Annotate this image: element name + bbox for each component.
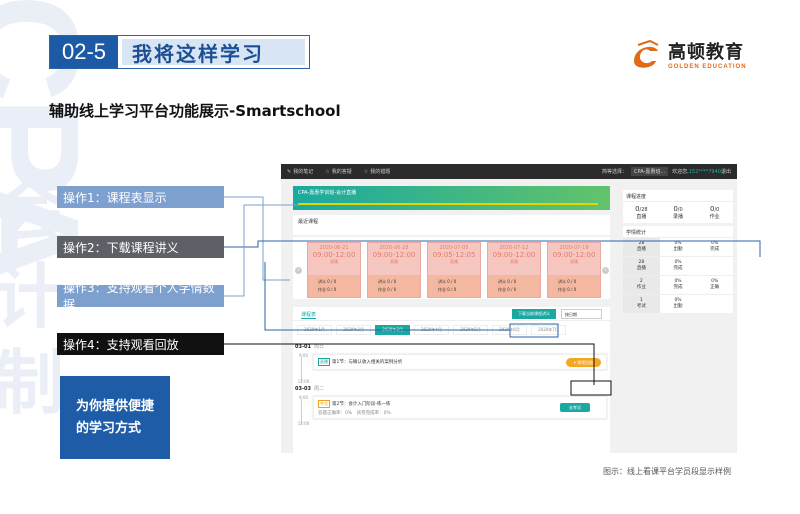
course-card[interactable]: 2020-07-19 09:00-12:00 直播 讲义 0 / 0 作业 0 /… (547, 242, 601, 298)
progress-homework: 0/0 作业 (709, 205, 720, 220)
month-tabs: 2020年1月 2020年2月 2020年3月 2020年4月 2020年5月 … (293, 321, 610, 339)
tab-schedule[interactable]: 课程表 (301, 311, 317, 319)
course-select[interactable]: CPA-嘉惠班... (631, 167, 669, 176)
section-title: 我将这样学习 (122, 39, 305, 66)
day-label: 03-03 周二 (295, 386, 325, 392)
logout-link[interactable]: 退出 (721, 168, 731, 175)
replay-button[interactable]: ⏵ 课程回放 (566, 358, 601, 367)
progress-panel: 课程进度 0/28 直播 0/0 录播 0/0 作业 (623, 190, 733, 223)
side-column: 课程进度 0/28 直播 0/0 录播 0/0 作业 学情统计 28 直播 0% 出勤 0… (623, 190, 733, 316)
stats-row: 1 考试 0% 出勤 (623, 294, 733, 313)
promo-line-2: 的学习方式 (76, 420, 142, 436)
logo-name-en: GOLDEN EDUCATION (668, 64, 747, 70)
course-card[interactable]: 2020-06-28 09:00-12:00 直播 讲义 0 / 0 作业 0 /… (367, 242, 421, 298)
progress-title: 课程进度 (626, 194, 647, 200)
section-number: 02-5 (50, 36, 118, 68)
course-card[interactable]: 2020-07-05 09:05-12:05 直播 讲义 0 / 0 作业 0 /… (427, 242, 481, 298)
month-tab[interactable]: 2020年6月 (492, 325, 527, 335)
month-tab-active[interactable]: 2020年3月 (375, 325, 410, 335)
stats-title: 学情统计 (626, 230, 647, 236)
promo-line-1: 为你提供便捷 (76, 398, 155, 414)
operation-2-label: 操作2：下载课程讲义 (57, 236, 224, 258)
exam-button[interactable]: 去考试 (560, 403, 590, 412)
logo-name-cn: 高顿教育 (668, 42, 744, 63)
month-tab[interactable]: 2020年1月 (297, 325, 332, 335)
star-icon: ☆ (325, 168, 330, 175)
progress-live: 0/28 直播 (635, 205, 648, 220)
page-subtitle: 辅助线上学习平台功能展示-Smartschool (49, 102, 341, 120)
lesson-tag: 直播 (318, 358, 330, 366)
app-topbar: ✎ 我的笔记 ☆ 我的答疑 ☆ 我的错题 简等选择： CPA-嘉惠班... 欢迎您, … (281, 164, 737, 179)
course-progress-bar (298, 203, 598, 205)
day-label: 03-01 周日 (295, 344, 325, 350)
lesson-row[interactable]: 考试 第2节：会计入门阶段-练一练 答题正确率：0% 试卷完成率：0% 去考试 (313, 396, 607, 419)
course-header: CPA-嘉惠学训班-会计直播 (293, 186, 610, 210)
month-tab[interactable]: 2020年4月 (414, 325, 449, 335)
course-card[interactable]: 2020-07-12 09:00-12:00 直播 讲义 0 / 0 作业 0 /… (487, 242, 541, 298)
lesson-tag: 考试 (318, 400, 330, 408)
course-select-label: 简等选择： (602, 169, 628, 175)
logo: 高顿教育 GOLDEN EDUCATION (628, 37, 747, 71)
stats-panel: 学情统计 28 直播 0% 出勤 0% 完成 28 直播 0% 完成 2 作业 0% 完成 0… (623, 226, 733, 313)
star-icon: ☆ (363, 168, 369, 175)
date-mode-select[interactable]: 按日期 (561, 309, 602, 319)
stats-row: 28 直播 0% 出勤 0% 完成 (623, 237, 733, 256)
prev-arrow-icon[interactable]: ‹ (295, 267, 302, 274)
month-tab[interactable]: 2020年7月 (531, 325, 566, 335)
download-handout-button[interactable]: 下载当前课程讲义 (512, 309, 556, 319)
topbar-item-notes[interactable]: ✎ 我的笔记 (287, 168, 313, 176)
topbar-item-qa[interactable]: ☆ 我的答疑 (325, 168, 352, 176)
operation-3-label: 操作3：支持观看个人学情数据 (57, 281, 224, 312)
main-column: CPA-嘉惠学训班-会计直播 最近课程 ‹ 2020-06-21 09:00-1… (293, 186, 610, 453)
figure-caption: 图示：线上看课平台学员段显示样例 (603, 467, 731, 476)
recent-courses-title: 最近课程 (293, 215, 610, 235)
stats-row: 2 作业 0% 完成 0% 正确 (623, 275, 733, 294)
lesson-row[interactable]: 直播 第1节：与确认收入相关的案例分析 ⏵ 课程回放 (313, 354, 607, 370)
welcome-text: 欢迎您, (672, 169, 689, 175)
slide: CPA 会计制 02-5 我将这样学习 高顿教育 GOLDEN EDUCATIO… (0, 0, 800, 514)
section-header: 02-5 我将这样学习 (49, 35, 310, 69)
month-tab[interactable]: 2020年2月 (336, 325, 371, 335)
recent-course-cards: ‹ 2020-06-21 09:00-12:00 直播 讲义 0 / 0 作业 0… (293, 237, 610, 299)
course-card[interactable]: 2020-06-21 09:00-12:00 直播 讲义 0 / 0 作业 0 /… (307, 242, 361, 298)
lesson-title: 第2节：会计入门阶段-练一练 (332, 402, 391, 407)
note-icon: ✎ (287, 168, 292, 175)
course-title: CPA-嘉惠学训班-会计直播 (298, 190, 357, 196)
progress-recorded: 0/0 录播 (673, 205, 684, 220)
logo-mark-icon (634, 39, 659, 68)
schedule-panel: 课程表 下载当前课程讲义 按日期 2020年1月 2020年2月 2020年3月… (293, 307, 610, 453)
app-screenshot: ✎ 我的笔记 ☆ 我的答疑 ☆ 我的错题 简等选择： CPA-嘉惠班... 欢迎您, … (281, 164, 737, 453)
operation-4-label: 操作4：支持观看回放 (57, 333, 224, 355)
next-arrow-icon[interactable]: › (602, 267, 609, 274)
stats-row: 28 直播 0% 完成 (623, 256, 733, 275)
topbar-item-mistakes[interactable]: ☆ 我的错题 (363, 168, 391, 176)
user-phone: 152****7940 (688, 168, 721, 175)
operation-1-label: 操作1：课程表显示 (57, 186, 224, 208)
lesson-title: 第1节：与确认收入相关的案例分析 (332, 360, 403, 365)
month-tab[interactable]: 2020年5月 (453, 325, 488, 335)
promo-box: 为你提供便捷 的学习方式 (60, 376, 170, 459)
